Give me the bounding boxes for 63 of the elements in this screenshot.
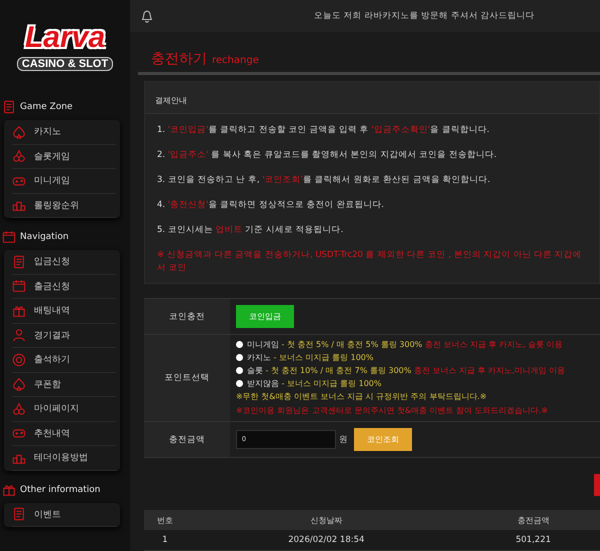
notice-text: ※무한 첫&매충 이벤트 보너스 지급 시 규정위반 주의 부탁드립니다.※: [236, 391, 487, 403]
table-cell: 501,221: [466, 530, 600, 550]
calendar-icon: [12, 279, 26, 294]
radio-button[interactable]: [236, 354, 243, 361]
page-subtitle: rechange: [212, 55, 259, 66]
radio-button[interactable]: [236, 341, 243, 348]
column-header: 충전금액: [466, 510, 600, 530]
warning-text: ※ 신청금액과 다른 금액을 전송하거나, USDT-Trc20 를 제외한 다른 코인 , 본인의 지갑이 아닌 다른 지갑에서 코인: [157, 249, 583, 275]
spade-icon: [12, 124, 26, 139]
radio-button[interactable]: [236, 380, 243, 387]
gift-icon: [2, 482, 16, 496]
form-label: 포인트선택: [144, 335, 230, 421]
section-title: Game Zone: [20, 102, 73, 112]
guide-step: 2. '입금주소' 를 복사 혹은 큐알코드를 촬영해서 본인의 지갑에서 코인을 전송합니다.: [157, 143, 587, 168]
form-label: 충전금액: [144, 422, 230, 457]
gift-icon: [12, 304, 26, 318]
option-label[interactable]: 카지노 - 보너스 미지급 롤링 100%: [247, 351, 374, 364]
logo-subtitle: CASINO & SLOT: [16, 57, 114, 71]
welcome-message: 오늘도 저희 라바카지노를 방문해 주셔서 감사드립니다: [314, 10, 535, 22]
menu-item[interactable]: 마이페이지: [12, 397, 116, 422]
guide-step: 5. 코인시세는 업비트 기준 시세로 적용됩니다.: [157, 218, 587, 243]
calendar-icon: [2, 230, 16, 244]
guide-title: 결제안내: [155, 96, 187, 105]
menu-item[interactable]: 이벤트: [12, 502, 116, 527]
logo-title: Larva: [24, 21, 106, 55]
menu-item[interactable]: 미니게임: [12, 169, 116, 194]
menu-item[interactable]: 배팅내역: [12, 299, 116, 324]
bell-icon[interactable]: [140, 9, 154, 23]
cherry-icon: [12, 149, 26, 164]
table-cell: 1: [144, 530, 186, 550]
column-header: 번호: [144, 510, 186, 530]
badge-icon: [12, 352, 26, 367]
menu-item[interactable]: 롤링왕순위: [12, 194, 116, 218]
table-cell: 2026/02/02 18:54: [186, 530, 467, 550]
menu-item[interactable]: 테더이용방법: [12, 446, 116, 470]
option-label[interactable]: 받지않음 - 보너스 미지급 롤링 100%: [247, 377, 382, 390]
document-icon: [12, 507, 26, 522]
menu-item[interactable]: 경기결과: [12, 324, 116, 348]
cherry-icon: [12, 402, 26, 416]
guide-step: 4. '충전신청'을 클릭하면 정상적으로 충전이 완료됩니다.: [157, 193, 587, 218]
section-title: Other information: [20, 484, 100, 494]
section-title: Navigation: [20, 232, 69, 242]
document-icon: [2, 100, 16, 114]
menu-item[interactable]: 입금신청: [12, 250, 116, 274]
option-label[interactable]: 슬롯 - 첫 충전 10% / 매 충전 7% 롤링 300% 충전 보너스 지급 후 카지노,미니게임 이용: [247, 364, 566, 377]
page-title: 충전하기: [151, 50, 207, 68]
notice-text: ※코인이용 회원님은 고객센터로 문의주시면 첫&매충 이벤트 참여 도와드리겠습니다.※: [236, 405, 548, 417]
unit-label: 원: [339, 434, 348, 446]
menu-item[interactable]: 카지노: [12, 120, 116, 144]
guide-step: 1. '코인입금'를 클릭하고 전송할 코인 금액을 입력 후 '입금주소확인'을 클릭합니다.: [157, 118, 587, 143]
option-label[interactable]: 미니게임 - 첫 충전 5% / 매 충전 5% 롤링 300% 충전 보너스 지급 후 카지노, 슬롯 이용: [247, 338, 563, 351]
radio-button[interactable]: [236, 367, 243, 374]
menu-item[interactable]: 슬롯게임: [12, 144, 116, 169]
menu-item[interactable]: 출금신청: [12, 274, 116, 299]
document-icon: [12, 254, 26, 269]
guide-step: 3. 코인을 전송하고 난 후, '코인조회'를 클릭해서 원화로 환산된 금액을 확인합니다.: [157, 168, 587, 193]
form-label: 코인충전: [144, 299, 230, 334]
menu-item[interactable]: 출석하기: [12, 348, 116, 372]
user-icon: [12, 328, 26, 342]
menu-item[interactable]: 쿠폰함: [12, 372, 116, 397]
menu-item[interactable]: 추천내역: [12, 422, 116, 446]
spade-icon: [12, 377, 26, 392]
column-header: 신청날짜: [186, 510, 467, 530]
